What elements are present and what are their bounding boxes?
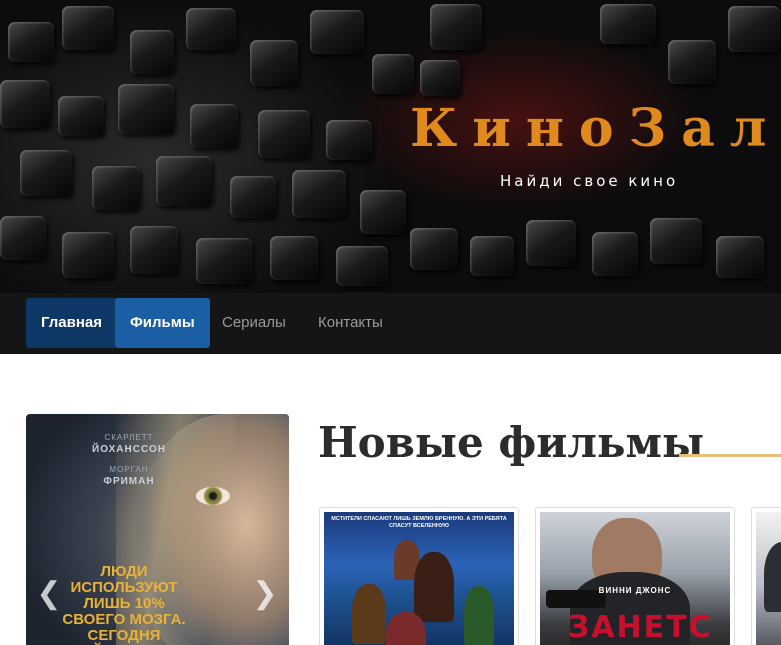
poster-actor-2-first: МОРГАН <box>109 465 149 474</box>
movie-card[interactable]: ВИННИ ДЖОНС ЗАНЕТС <box>535 507 735 645</box>
poster-slogan: ЛЮДИ ИСПОЛЬЗУЮТ ЛИШЬ 10% СВОЕГО МОЗГА. С… <box>62 563 186 645</box>
main-navigation: Главная Фильмы Сериалы Контакты <box>0 293 781 354</box>
chevron-right-icon[interactable]: ❯ <box>250 579 280 609</box>
movie-poster: МСТИТЕЛИ СПАСАЮТ ЛИШЬ ЗЕМЛЮ БРЕННУЮ. А Э… <box>324 512 514 645</box>
movie-poster-caption: ВИННИ ДЖОНС <box>598 586 672 595</box>
nav-item-home[interactable]: Главная <box>26 298 118 348</box>
poster-actor-1-last: ЙОХАНССОН <box>92 444 166 455</box>
movie-poster-title: ЗАНЕТС <box>568 610 713 645</box>
movie-poster <box>756 512 781 645</box>
movie-card[interactable]: МСТИТЕЛИ СПАСАЮТ ЛИШЬ ЗЕМЛЮ БРЕННУЮ. А Э… <box>319 507 519 645</box>
movie-poster-caption: МСТИТЕЛИ СПАСАЮТ ЛИШЬ ЗЕМЛЮ БРЕННУЮ. А Э… <box>331 516 507 529</box>
site-header: КиноЗал Найди свое кино <box>0 0 781 293</box>
title-divider <box>679 454 781 457</box>
site-tagline: Найди свое кино <box>500 172 679 190</box>
poster-actor-2-last: ФРИМАН <box>103 476 155 487</box>
poster-eye <box>196 487 230 505</box>
site-logo-title[interactable]: КиноЗал <box>410 98 781 159</box>
movie-card[interactable] <box>751 507 781 645</box>
featured-carousel[interactable]: СКАРЛЕТТ ЙОХАНССОН МОРГАН ФРИМАН ЛЮДИ ИС… <box>26 414 289 645</box>
poster-cast: СКАРЛЕТТ ЙОХАНССОН МОРГАН ФРИМАН <box>74 432 184 488</box>
chevron-left-icon[interactable]: ❮ <box>34 579 64 609</box>
nav-item-series[interactable]: Сериалы <box>207 298 301 348</box>
nav-item-contacts[interactable]: Контакты <box>303 298 398 348</box>
poster-actor-1-first: СКАРЛЕТТ <box>104 433 154 442</box>
section-title: Новые фильмы <box>318 418 705 467</box>
movie-poster: ВИННИ ДЖОНС ЗАНЕТС <box>540 512 730 645</box>
nav-item-films[interactable]: Фильмы <box>115 298 210 348</box>
